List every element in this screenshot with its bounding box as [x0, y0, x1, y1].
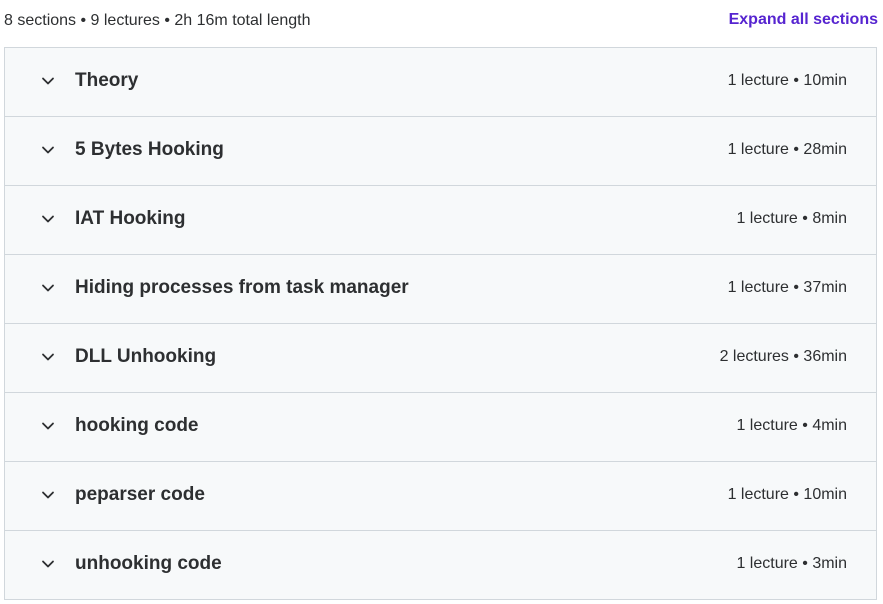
section-meta: 1 lecture • 37min — [727, 279, 847, 296]
curriculum-header: 8 sections • 9 lectures • 2h 16m total l… — [0, 0, 883, 46]
chevron-down-icon — [40, 349, 56, 365]
chevron-down-icon — [40, 418, 56, 434]
section-panel-hooking-code[interactable]: hooking code 1 lecture • 4min — [5, 393, 876, 462]
chevron-down-icon — [40, 73, 56, 89]
curriculum-accordion: Theory 1 lecture • 10min 5 Bytes Hooking… — [4, 47, 877, 600]
section-title: hooking code — [75, 415, 199, 436]
section-title: Theory — [75, 70, 139, 91]
section-meta: 1 lecture • 10min — [727, 72, 847, 89]
section-title: Hiding processes from task manager — [75, 277, 409, 298]
section-meta: 1 lecture • 10min — [727, 486, 847, 503]
section-meta: 1 lecture • 3min — [736, 555, 847, 572]
chevron-down-icon — [40, 556, 56, 572]
chevron-down-icon — [40, 280, 56, 296]
section-panel-hiding-processes[interactable]: Hiding processes from task manager 1 lec… — [5, 255, 876, 324]
section-panel-theory[interactable]: Theory 1 lecture • 10min — [5, 48, 876, 117]
section-meta: 1 lecture • 8min — [736, 210, 847, 227]
chevron-down-icon — [40, 142, 56, 158]
curriculum-summary: 8 sections • 9 lectures • 2h 16m total l… — [4, 12, 311, 29]
section-title: DLL Unhooking — [75, 346, 217, 367]
chevron-down-icon — [40, 487, 56, 503]
section-title: peparser code — [75, 484, 205, 505]
section-meta: 1 lecture • 28min — [727, 141, 847, 158]
section-panel-dll-unhooking[interactable]: DLL Unhooking 2 lectures • 36min — [5, 324, 876, 393]
section-title: 5 Bytes Hooking — [75, 139, 224, 160]
chevron-down-icon — [40, 211, 56, 227]
section-title: IAT Hooking — [75, 208, 186, 229]
section-panel-unhooking-code[interactable]: unhooking code 1 lecture • 3min — [5, 531, 876, 600]
section-meta: 2 lectures • 36min — [719, 348, 847, 365]
section-panel-iat-hooking[interactable]: IAT Hooking 1 lecture • 8min — [5, 186, 876, 255]
section-panel-5-bytes-hooking[interactable]: 5 Bytes Hooking 1 lecture • 28min — [5, 117, 876, 186]
section-meta: 1 lecture • 4min — [736, 417, 847, 434]
expand-all-sections-button[interactable]: Expand all sections — [729, 11, 878, 29]
section-panel-peparser-code[interactable]: peparser code 1 lecture • 10min — [5, 462, 876, 531]
section-title: unhooking code — [75, 553, 222, 574]
